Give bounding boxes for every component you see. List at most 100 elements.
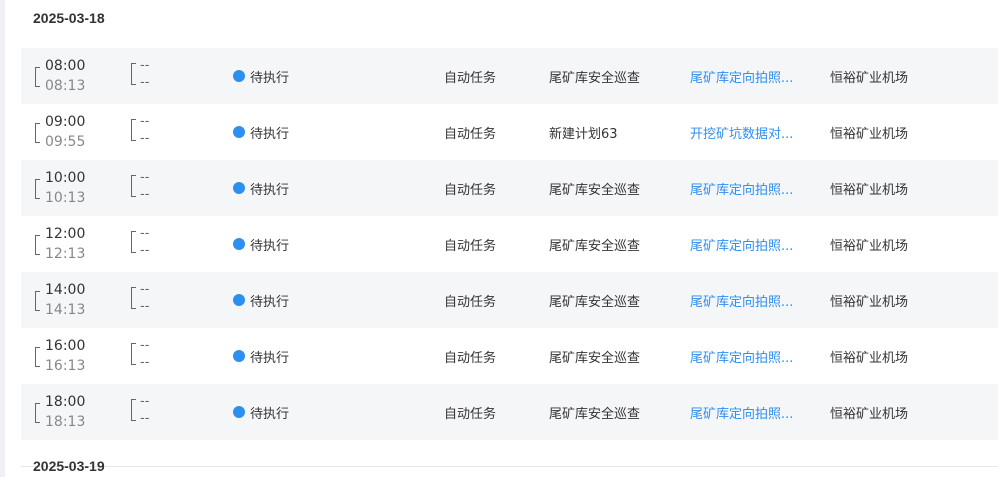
planned-start-time: 14:00 [45,282,86,298]
planned-time: 18:00 18:13 [35,394,115,432]
actual-time: -- -- [131,114,171,152]
planned-time: 12:00 12:13 [35,226,115,264]
planned-end-time: 14:13 [45,302,86,318]
route-link[interactable]: 尾矿库定向拍照... [690,216,793,272]
status-label: 待执行 [250,70,290,86]
task-status: 待执行 [233,384,289,440]
planned-time: 14:00 14:13 [35,282,115,320]
planned-time: 16:00 16:13 [35,338,115,376]
actual-end-time: -- [140,131,150,146]
status-dot-icon [233,238,245,250]
plan-name: 尾矿库安全巡查 [549,294,641,310]
task-type: 自动任务 [444,238,497,254]
time-bracket-icon [35,347,40,367]
planned-start-time: 10:00 [45,170,86,186]
planned-end-time: 18:13 [45,414,86,430]
site-name: 恒裕矿业机场 [830,350,909,366]
status-dot-icon [233,406,245,418]
site-name: 恒裕矿业机场 [830,406,909,422]
status-dot-icon [233,126,245,138]
status-label: 待执行 [250,238,290,254]
task-type: 自动任务 [444,294,497,310]
actual-start-time: -- [140,58,150,73]
planned-time: 08:00 08:13 [35,58,115,96]
actual-time: -- -- [131,58,171,96]
planned-time: 09:00 09:55 [35,114,115,152]
task-type: 自动任务 [444,182,497,198]
route-link[interactable]: 尾矿库定向拍照... [690,160,793,216]
task-status: 待执行 [233,272,289,328]
status-label: 待执行 [250,350,290,366]
status-label: 待执行 [250,294,290,310]
site-name: 恒裕矿业机场 [830,238,909,254]
time-bracket-icon [131,119,136,141]
task-row[interactable]: 09:00 09:55 -- -- 待执行 自动任务 新建计划63 开挖矿坑数据… [21,104,998,160]
actual-time: -- -- [131,226,171,264]
plan-name: 尾矿库安全巡查 [549,406,641,422]
actual-start-time: -- [140,226,150,241]
route-link[interactable]: 尾矿库定向拍照... [690,272,793,328]
task-row[interactable]: 12:00 12:13 -- -- 待执行 自动任务 尾矿库安全巡查 尾矿库定向… [21,216,998,272]
plan-name: 尾矿库安全巡查 [549,350,641,366]
actual-end-time: -- [140,411,150,426]
left-edge-divider [0,0,5,477]
planned-end-time: 10:13 [45,190,86,206]
task-row[interactable]: 08:00 08:13 -- -- 待执行 自动任务 尾矿库安全巡查 尾矿库定向… [21,48,998,104]
task-status: 待执行 [233,160,289,216]
task-status: 待执行 [233,104,289,160]
time-bracket-icon [131,175,136,197]
status-dot-icon [233,182,245,194]
actual-time: -- -- [131,338,171,376]
route-link[interactable]: 开挖矿坑数据对... [690,104,793,160]
task-status: 待执行 [233,48,289,104]
status-label: 待执行 [250,406,290,422]
time-bracket-icon [35,235,40,255]
time-bracket-icon [131,231,136,253]
task-type: 自动任务 [444,126,497,142]
status-dot-icon [233,70,245,82]
planned-time: 10:00 10:13 [35,170,115,208]
time-bracket-icon [35,123,40,143]
planned-end-time: 12:13 [45,246,86,262]
route-link[interactable]: 尾矿库定向拍照... [690,328,793,384]
plan-name: 新建计划63 [549,126,618,142]
planned-start-time: 09:00 [45,114,86,130]
planned-start-time: 12:00 [45,226,86,242]
actual-time: -- -- [131,170,171,208]
task-row[interactable]: 16:00 16:13 -- -- 待执行 自动任务 尾矿库安全巡查 尾矿库定向… [21,328,998,384]
actual-time: -- -- [131,282,171,320]
actual-start-time: -- [140,338,150,353]
planned-end-time: 09:55 [45,134,86,150]
route-link[interactable]: 尾矿库定向拍照... [690,48,793,104]
task-status: 待执行 [233,328,289,384]
actual-end-time: -- [140,75,150,90]
actual-end-time: -- [140,299,150,314]
task-type: 自动任务 [444,406,497,422]
time-bracket-icon [35,67,40,87]
time-bracket-icon [35,179,40,199]
time-bracket-icon [131,399,136,421]
planned-start-time: 16:00 [45,338,86,354]
task-schedule-page: 2025-03-18 08:00 08:13 -- -- 待执行 自动任务 尾矿… [0,0,998,477]
planned-start-time: 18:00 [45,394,86,410]
time-bracket-icon [131,343,136,365]
actual-time: -- -- [131,394,171,432]
planned-end-time: 16:13 [45,358,86,374]
task-row[interactable]: 10:00 10:13 -- -- 待执行 自动任务 尾矿库安全巡查 尾矿库定向… [21,160,998,216]
date-group-header: 2025-03-18 [33,10,105,26]
plan-name: 尾矿库安全巡查 [549,182,641,198]
time-bracket-icon [131,63,136,85]
actual-start-time: -- [140,170,150,185]
date-group-header: 2025-03-19 [33,458,105,474]
task-status: 待执行 [233,216,289,272]
actual-start-time: -- [140,114,150,129]
planned-start-time: 08:00 [45,58,86,74]
actual-end-time: -- [140,187,150,202]
route-link[interactable]: 尾矿库定向拍照... [690,384,793,440]
task-row[interactable]: 14:00 14:13 -- -- 待执行 自动任务 尾矿库安全巡查 尾矿库定向… [21,272,998,328]
actual-end-time: -- [140,355,150,370]
task-list: 08:00 08:13 -- -- 待执行 自动任务 尾矿库安全巡查 尾矿库定向… [21,48,998,440]
site-name: 恒裕矿业机场 [830,182,909,198]
task-type: 自动任务 [444,70,497,86]
task-row[interactable]: 18:00 18:13 -- -- 待执行 自动任务 尾矿库安全巡查 尾矿库定向… [21,384,998,440]
